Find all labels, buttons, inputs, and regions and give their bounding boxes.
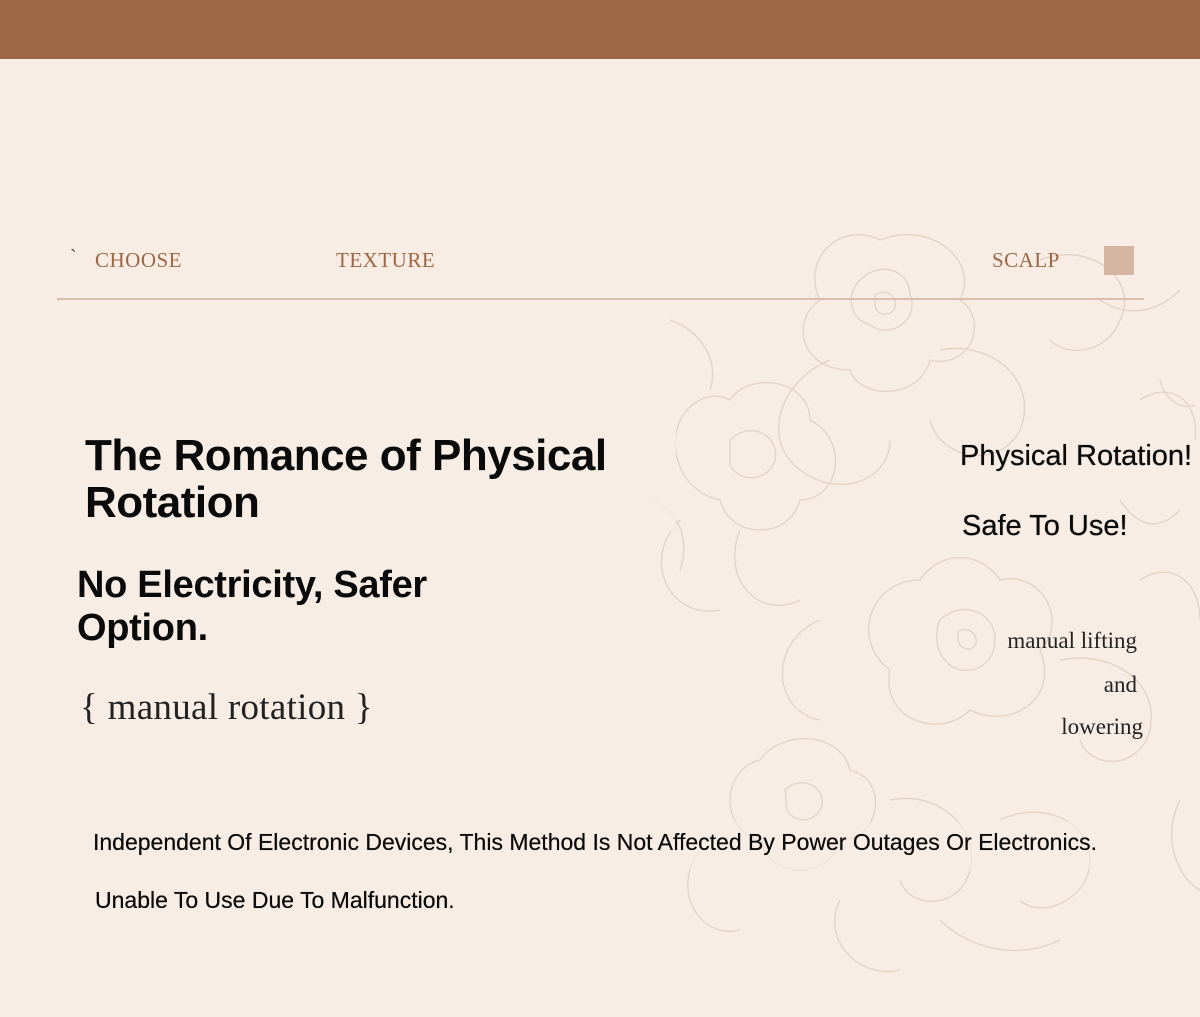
nav-item-scalp[interactable]: SCALP [992,248,1060,273]
side-serif-line-2: and [1103,672,1137,697]
body-text-line-1: Independent Of Electronic Devices, This … [93,829,1097,855]
page-subtitle: No Electricity, Safer Option. [77,564,427,649]
side-serif-line-3: lowering [1061,714,1143,739]
body-text-line-2: Unable To Use Due To Malfunction. [95,887,455,913]
nav-item-choose[interactable]: CHOOSE [95,248,182,273]
nav-swatch-button[interactable] [1104,246,1134,275]
side-heading-safe: Safe To Use! [962,510,1128,542]
top-header-bar [0,0,1200,59]
page-title: The Romance of Physical Rotation [85,431,607,527]
nav-item-texture[interactable]: TEXTURE [336,248,435,273]
side-serif-line-1: manual lifting [1007,628,1137,653]
rose-illustration-icon [649,234,1200,973]
side-heading-rotation: Physical Rotation! [960,440,1193,472]
manual-rotation-tagline: { manual rotation } [80,687,373,728]
nav-tick-mark: ` [70,246,77,268]
nav-divider [57,298,1144,300]
